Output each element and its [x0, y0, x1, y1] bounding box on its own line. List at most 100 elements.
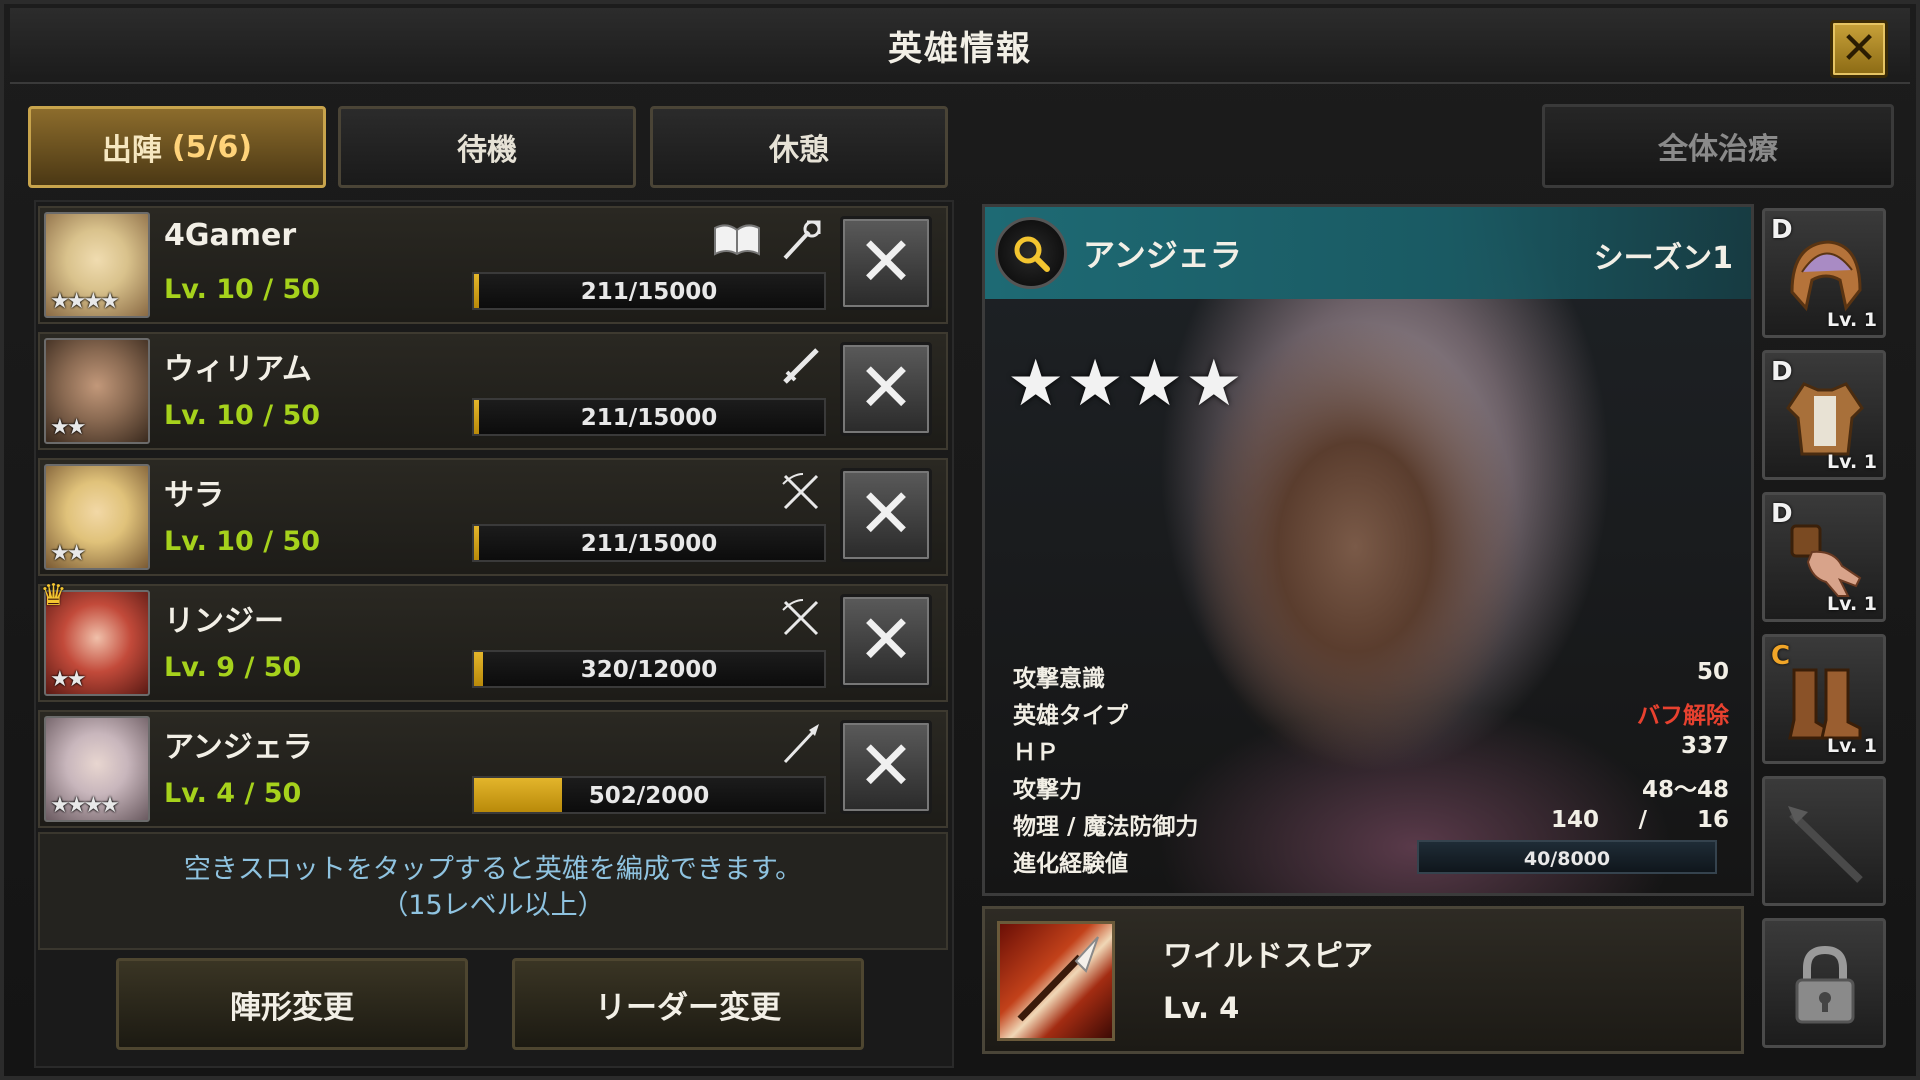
- remove-hero-button[interactable]: ✕: [840, 720, 932, 814]
- evolution-exp-bar: 40/8000: [1417, 840, 1717, 874]
- change-formation-button[interactable]: 陣形変更: [116, 958, 468, 1050]
- hero-level: Lv. 10 / 50: [164, 526, 321, 557]
- hero-level: Lv. 10 / 50: [164, 274, 321, 305]
- stat-hero-type: 英雄タイプ バフ解除: [1013, 692, 1729, 729]
- remove-icon: ✕: [857, 727, 915, 806]
- tab-sortie[interactable]: 出陣 (5/6): [28, 106, 326, 188]
- change-leader-button[interactable]: リーダー変更: [512, 958, 864, 1050]
- hero-row[interactable]: ★★★★ 4Gamer Lv. 10 / 50 211/15000 ✕: [38, 206, 948, 324]
- close-icon: ✕: [1840, 23, 1878, 74]
- remove-hero-button[interactable]: ✕: [840, 216, 932, 310]
- stat-label: ＨＰ: [1013, 740, 1059, 766]
- exp-bar: 211/15000: [472, 524, 826, 562]
- hero-inspect-button[interactable]: [995, 217, 1067, 289]
- stat-value: 337: [1680, 733, 1729, 759]
- wild-spear-skill-icon[interactable]: [997, 921, 1115, 1041]
- equip-slot-armor[interactable]: D Lv. 1: [1762, 350, 1886, 480]
- heal-all-button[interactable]: 全体治療: [1542, 104, 1894, 188]
- hero-row[interactable]: ★★★★ アンジェラ Lv. 4 / 50 502/2000 ✕: [38, 710, 948, 828]
- skill-level: Lv. 4: [1163, 991, 1240, 1025]
- hero-stats: 攻撃意識 50 英雄タイプ バフ解除 ＨＰ 337 攻撃力 48～48 物理 /…: [1013, 655, 1729, 877]
- staff-icon: [776, 216, 826, 264]
- remove-icon: ✕: [857, 349, 915, 428]
- search-icon: [1014, 236, 1050, 272]
- stat-attack-awareness: 攻撃意識 50: [1013, 655, 1729, 692]
- detail-hero-name: アンジェラ: [1083, 236, 1242, 274]
- hero-row[interactable]: ♛ ★★ リンジー Lv. 9 / 50 320/12000 ✕: [38, 578, 948, 702]
- stat-attack: 攻撃力 48～48: [1013, 766, 1729, 803]
- window-title: 英雄情報: [888, 28, 1032, 69]
- class-icons: [776, 468, 826, 516]
- remove-hero-button[interactable]: ✕: [840, 342, 932, 436]
- stat-label: 攻撃力: [1013, 777, 1082, 803]
- exp-bar: 502/2000: [472, 776, 826, 814]
- tab-sortie-label: 出陣: [101, 133, 162, 168]
- physical-defense-value: 140: [1550, 807, 1599, 833]
- equip-slot-helmet[interactable]: D Lv. 1: [1762, 208, 1886, 338]
- exp-value: 320/12000: [580, 657, 718, 683]
- sword-icon: [776, 342, 826, 390]
- hero-row[interactable]: ★★ ウィリアム Lv. 10 / 50 211/15000 ✕: [38, 332, 948, 450]
- rarity-stars: ★★★★: [50, 289, 120, 314]
- exp-bar: 211/15000: [472, 398, 826, 436]
- rarity-stars: ★★: [50, 541, 86, 566]
- exp-value: 211/15000: [580, 531, 718, 557]
- exp-value: 211/15000: [580, 405, 718, 431]
- equip-slot-boots[interactable]: C Lv. 1: [1762, 634, 1886, 764]
- stat-label: 物理 / 魔法防御力: [1013, 814, 1199, 840]
- hero-portrait[interactable]: ★★: [44, 338, 150, 444]
- equip-level: Lv. 1: [1827, 309, 1877, 331]
- hero-level: Lv. 4 / 50: [164, 778, 302, 809]
- close-button[interactable]: ✕: [1830, 20, 1888, 78]
- rarity-stars: ★★★★: [50, 793, 120, 818]
- stat-value: 48～48: [1641, 777, 1729, 803]
- tab-standby-label: 待機: [457, 133, 517, 168]
- skill-panel[interactable]: ワイルドスピア Lv. 4: [982, 906, 1744, 1054]
- remove-hero-button[interactable]: ✕: [840, 594, 932, 688]
- hero-info-window: 英雄情報 ✕ 出陣 (5/6) 待機 休憩 全体治療 ★★★★ 4Gamer L…: [0, 0, 1920, 1080]
- equip-level: Lv. 1: [1827, 593, 1877, 615]
- leader-crown-icon: ♛: [40, 578, 67, 613]
- stat-evolution-exp: 進化経験値 40/8000: [1013, 840, 1729, 877]
- hero-name: アンジェラ: [164, 730, 313, 765]
- hero-level: Lv. 9 / 50: [164, 652, 302, 683]
- equip-grade: D: [1771, 215, 1793, 245]
- equip-slot-weapon[interactable]: [1762, 776, 1886, 906]
- hero-portrait[interactable]: ★★: [44, 464, 150, 570]
- stat-value: バフ解除: [1637, 703, 1729, 729]
- hero-name: ウィリアム: [164, 352, 312, 387]
- hero-portrait[interactable]: ♛ ★★: [40, 578, 150, 696]
- class-icons: [776, 342, 826, 390]
- hero-row[interactable]: ★★ サラ Lv. 10 / 50 211/15000 ✕: [38, 458, 948, 576]
- evolution-exp-value: 40/8000: [1523, 848, 1611, 870]
- stat-value: 50: [1696, 659, 1729, 685]
- lock-icon: [1779, 937, 1871, 1033]
- stat-defense: 物理 / 魔法防御力 140 / 16: [1013, 803, 1729, 840]
- magic-defense-value: 16: [1696, 807, 1729, 833]
- equip-level: Lv. 1: [1827, 451, 1877, 473]
- remove-hero-button[interactable]: ✕: [840, 468, 932, 562]
- book-icon: [712, 216, 762, 264]
- rarity-stars: ★★: [50, 415, 86, 440]
- class-icons: [776, 594, 826, 642]
- exp-bar: 211/15000: [472, 272, 826, 310]
- hero-name: リンジー: [164, 604, 284, 639]
- crossed-bow-icon: [776, 468, 826, 516]
- equip-slot-gloves[interactable]: D Lv. 1: [1762, 492, 1886, 622]
- tab-standby[interactable]: 待機: [338, 106, 636, 188]
- title-bar: 英雄情報 ✕: [10, 8, 1910, 84]
- class-icons: [776, 720, 826, 768]
- hero-portrait[interactable]: ★★★★: [44, 212, 150, 318]
- hero-detail-panel: アンジェラ シーズン1 ★★★★ 攻撃意識 50 英雄タイプ バフ解除 ＨＰ 3…: [982, 204, 1754, 896]
- hero-name-header: アンジェラ シーズン1: [985, 207, 1751, 299]
- tab-rest-label: 休憩: [769, 133, 829, 168]
- stat-label: 攻撃意識: [1013, 666, 1105, 692]
- equip-level: Lv. 1: [1827, 735, 1877, 757]
- exp-value: 211/15000: [580, 279, 718, 305]
- hero-name: 4Gamer: [164, 218, 297, 253]
- tab-rest[interactable]: 休憩: [650, 106, 948, 188]
- hero-portrait[interactable]: ★★★★: [44, 716, 150, 822]
- equip-grade: D: [1771, 499, 1793, 529]
- equip-slot-locked[interactable]: [1762, 918, 1886, 1048]
- skill-name: ワイルドスピア: [1163, 939, 1373, 974]
